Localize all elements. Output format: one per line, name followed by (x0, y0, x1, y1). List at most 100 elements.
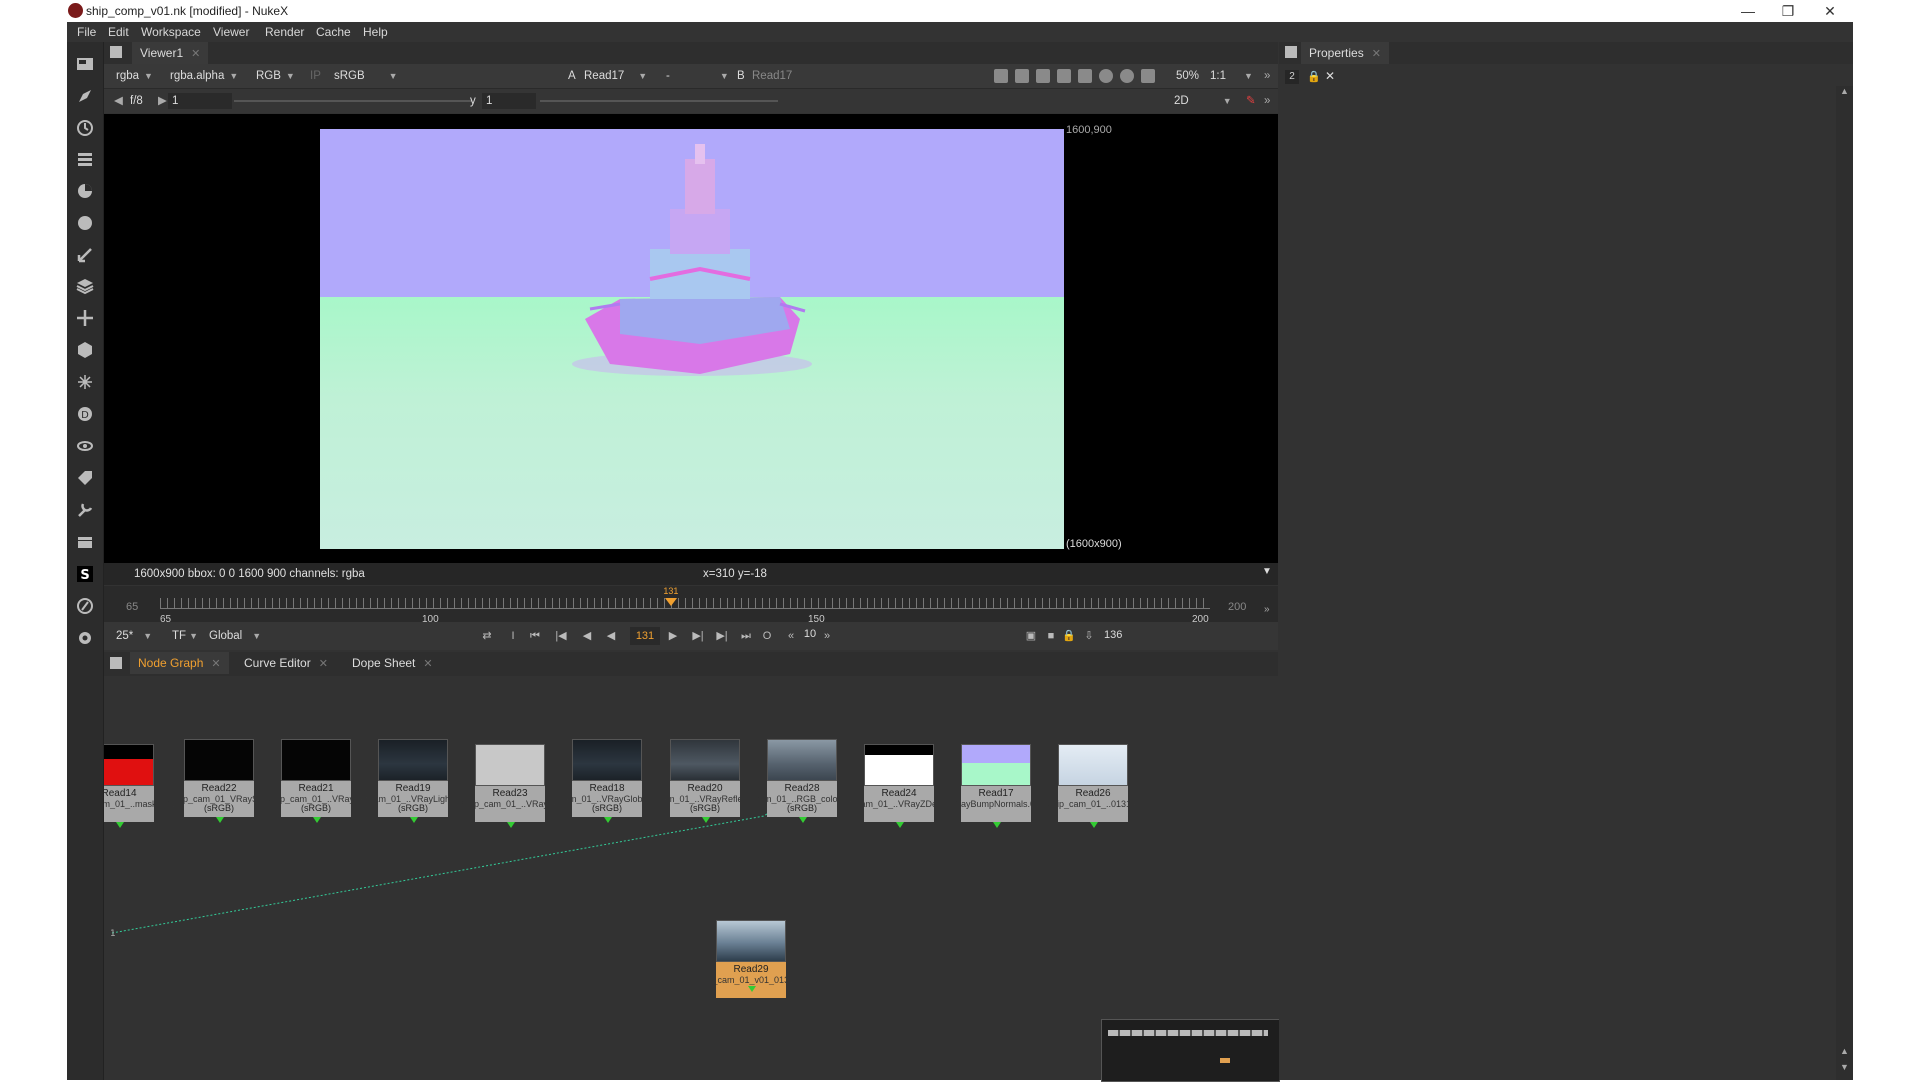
views-icon[interactable] (75, 436, 95, 456)
prev-keyframe-icon[interactable]: |◀ (554, 629, 568, 643)
wipe-icon[interactable] (1057, 69, 1071, 83)
close-tab-icon[interactable]: ✕ (1372, 48, 1381, 60)
toolsets-icon[interactable] (75, 500, 95, 520)
transform-icon[interactable] (75, 308, 95, 328)
export-icon[interactable]: ⇩ (1082, 629, 1096, 643)
node-output-icon[interactable] (702, 817, 710, 823)
fstop-next-icon[interactable]: ▶ (158, 93, 167, 109)
close-tab-icon[interactable]: ✕ (211, 658, 220, 670)
node-output-icon[interactable] (507, 822, 515, 828)
zebra-icon[interactable] (1036, 69, 1050, 83)
node-read17[interactable]: Read17...VRayBumpNormals.0131.exr (941, 744, 1051, 828)
merge-icon[interactable] (75, 276, 95, 296)
alpha-dropdown[interactable]: rgba.alpha ▼ (170, 68, 238, 84)
color-icon[interactable] (75, 181, 95, 201)
node-output-icon[interactable] (1090, 822, 1098, 828)
expand-icon[interactable]: » (1264, 68, 1270, 84)
lock-icon[interactable]: 🔒 (1062, 629, 1076, 643)
3d-icon[interactable] (75, 340, 95, 360)
color-picker-icon[interactable]: ✎ (1246, 93, 1256, 109)
node-output-icon[interactable] (604, 817, 612, 823)
draw-icon[interactable] (75, 86, 95, 106)
gamma-slider[interactable] (540, 100, 778, 102)
skip-forward-icon[interactable]: » (820, 629, 834, 643)
menu-help[interactable]: Help (363, 25, 388, 39)
loop-icon[interactable]: ⇄ (480, 629, 494, 643)
node-read24[interactable]: Read24 ...cam_01_..VRayZDepth (848, 744, 950, 828)
minimize-icon[interactable]: — (1726, 0, 1770, 22)
node-output-icon[interactable] (116, 822, 124, 828)
fps-dropdown[interactable]: 25* ▼ (116, 628, 152, 644)
next-keyframe-icon[interactable]: ▶| (715, 629, 729, 643)
frame-icon[interactable] (1015, 69, 1029, 83)
panel-menu-icon[interactable] (1285, 46, 1297, 58)
node-read18[interactable]: Read18 ...cam_01_..VRayGlobalIllum (sRGB) (552, 739, 662, 823)
proxy-icon[interactable] (1120, 69, 1134, 83)
node-read28[interactable]: Read28 ...cam_01_..RGB_color.0131 (sRGB) (747, 739, 857, 823)
clear-panels-icon[interactable]: ✕ (1325, 69, 1335, 83)
lock-icon[interactable]: 🔒 (1307, 70, 1321, 83)
increment-field[interactable]: 10 (800, 628, 820, 640)
roi-icon[interactable] (994, 69, 1008, 83)
gain-field[interactable]: 1 (168, 93, 232, 109)
last-frame-icon[interactable]: ⏭ (739, 629, 753, 643)
channel-icon[interactable] (75, 149, 95, 169)
compare-mode-dropdown[interactable]: - ▼ (666, 68, 729, 84)
close-tab-icon[interactable]: ✕ (319, 658, 328, 670)
particles-icon[interactable] (75, 372, 95, 392)
b-input-dropdown[interactable]: Read17 (752, 68, 792, 84)
current-frame-field[interactable]: 131 (630, 627, 660, 645)
skip-back-icon[interactable]: « (784, 629, 798, 643)
expand-icon[interactable]: » (1264, 93, 1270, 109)
image-icon[interactable] (75, 54, 95, 74)
end-frame-field[interactable]: 136 (1104, 629, 1122, 641)
furnace-icon[interactable] (75, 596, 95, 616)
filter-icon[interactable] (75, 213, 95, 233)
fstop-prev-icon[interactable]: ◀ (114, 93, 123, 109)
scroll-down-icon[interactable]: ▼ (1840, 1062, 1849, 1072)
node-read14[interactable]: Read14...ship_cam_01_..mask_v01.b (104, 744, 174, 828)
tab-dope-sheet[interactable]: Dope Sheet ✕ (344, 652, 441, 674)
gamma-field[interactable]: 1 (482, 93, 536, 109)
panel-menu-icon[interactable] (110, 46, 122, 58)
node-output-icon[interactable] (216, 817, 224, 823)
close-icon[interactable]: ✕ (1808, 0, 1852, 22)
node-output-icon[interactable] (410, 817, 418, 823)
scrollbar[interactable]: ▲ ▲ ▼ (1836, 86, 1853, 1080)
in-point-icon[interactable]: I (506, 629, 520, 643)
play-forward-icon[interactable]: ▶ (666, 629, 680, 643)
expand-icon[interactable]: » (1264, 604, 1270, 615)
scroll-up-icon[interactable]: ▲ (1840, 1046, 1849, 1056)
a-input-dropdown[interactable]: Read17 ▼ (584, 68, 647, 84)
node-read23[interactable]: Read23...ship_cam_01_..VRayVelocity (455, 744, 565, 828)
range-dropdown[interactable]: Global ▼ (209, 628, 261, 644)
restore-icon[interactable]: ❐ (1766, 0, 1810, 22)
play-backward-icon[interactable]: ◀ (604, 629, 618, 643)
display-dropdown[interactable]: RGB ▼ (256, 68, 295, 84)
list-icon[interactable] (1078, 69, 1092, 83)
close-tab-icon[interactable]: ✕ (191, 48, 200, 60)
flipbook-icon[interactable]: ▣ (1024, 629, 1038, 643)
node-graph-minimap[interactable] (1101, 1019, 1280, 1082)
node-read29[interactable]: Read29 ship_cam_01_v01_0131.exr (696, 920, 806, 998)
deep-icon[interactable]: D (75, 404, 95, 424)
lut-dropdown[interactable]: sRGB ▼ (334, 68, 398, 84)
panel-menu-icon[interactable] (110, 657, 122, 669)
ip-toggle[interactable]: IP (310, 68, 321, 84)
pause-icon[interactable] (1141, 69, 1155, 83)
menu-edit[interactable]: Edit (108, 25, 129, 39)
stop-icon[interactable]: ■ (1044, 629, 1058, 643)
metadata-icon[interactable] (75, 468, 95, 488)
menu-file[interactable]: File (77, 25, 96, 39)
view-mode-dropdown[interactable]: 2D ▼ (1174, 93, 1232, 109)
info-expand-icon[interactable]: ▼ (1262, 566, 1272, 577)
time-icon[interactable] (75, 118, 95, 138)
ratio-dropdown[interactable]: 1:1 ▼ (1210, 68, 1253, 84)
close-tab-icon[interactable]: ✕ (423, 658, 432, 670)
menu-cache[interactable]: Cache (316, 25, 351, 39)
node-read19[interactable]: Read19 ...cam_01_..VRayLighting (sRGB) (361, 739, 465, 823)
tab-properties[interactable]: Properties ✕ (1301, 42, 1389, 64)
out-point-icon[interactable]: O (760, 629, 774, 643)
timeline-bar[interactable]: 65 65 100 150 200 131 200 » (104, 586, 1278, 625)
node-read26[interactable]: Read26 ...ship_cam_01_..0131.exr (1040, 744, 1146, 828)
